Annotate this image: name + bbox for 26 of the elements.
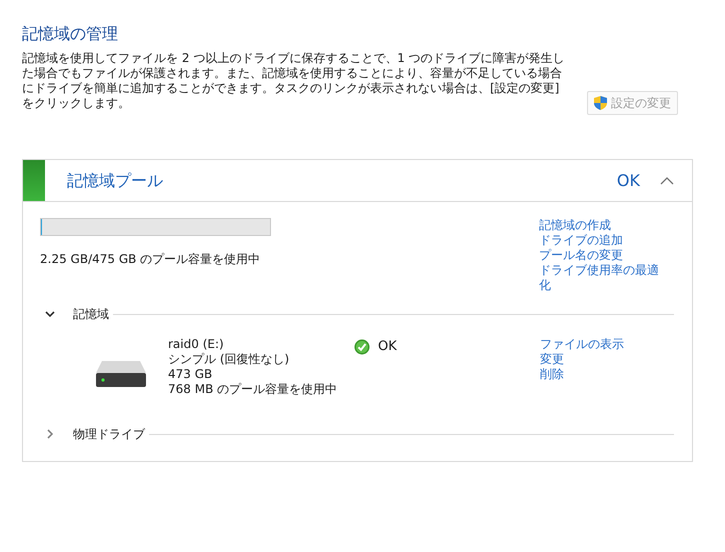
page-title: 記憶域の管理	[22, 24, 119, 44]
expand-icon[interactable]	[47, 429, 53, 440]
check-icon	[354, 338, 370, 355]
shield-icon	[594, 96, 607, 110]
space-link[interactable]: ファイルの表示	[540, 337, 624, 352]
pool-name: 記憶域プール	[67, 170, 163, 192]
collapse-icon[interactable]	[45, 311, 55, 318]
space-link[interactable]: 削除	[540, 367, 624, 382]
space-size: 473 GB	[168, 367, 214, 382]
task-link[interactable]: ドライブ使用率の最適化	[539, 263, 664, 294]
pool-usage: 2.25 GB/475 GB のプール容量を使用中	[40, 251, 262, 268]
space-status: OK	[378, 338, 397, 356]
resiliency-type: シンプル (回復性なし)	[168, 352, 290, 368]
space-usage: 768 MB のプール容量を使用中	[168, 382, 338, 398]
space-link[interactable]: 変更	[540, 352, 624, 368]
section-label[interactable]: 記憶域	[73, 305, 109, 324]
pool-header[interactable]: 記憶域プール OK	[23, 160, 692, 202]
task-link[interactable]: 記憶域の作成	[539, 218, 664, 234]
section-label[interactable]: 物理ドライブ	[73, 425, 145, 444]
space-name: raid0 (E:)	[168, 337, 225, 352]
task-link[interactable]: プール名の変更	[539, 248, 664, 264]
description: 記憶域を使用してファイルを 2 つ以上のドライブに保存することで、1 つのドライブに障害が発生した場合でもファイルが保護されます。また、記憶域を使用することにより、容量が不足している場合にドライブを簡単に追加することができます。タスクのリンクが表示されない場合は、[設定の変更] をクリックします。	[22, 51, 566, 112]
status-stripe	[23, 160, 45, 202]
task-link[interactable]: ドライブの追加	[539, 233, 664, 248]
pool-status: OK	[616, 170, 640, 192]
drive-icon	[96, 361, 146, 388]
